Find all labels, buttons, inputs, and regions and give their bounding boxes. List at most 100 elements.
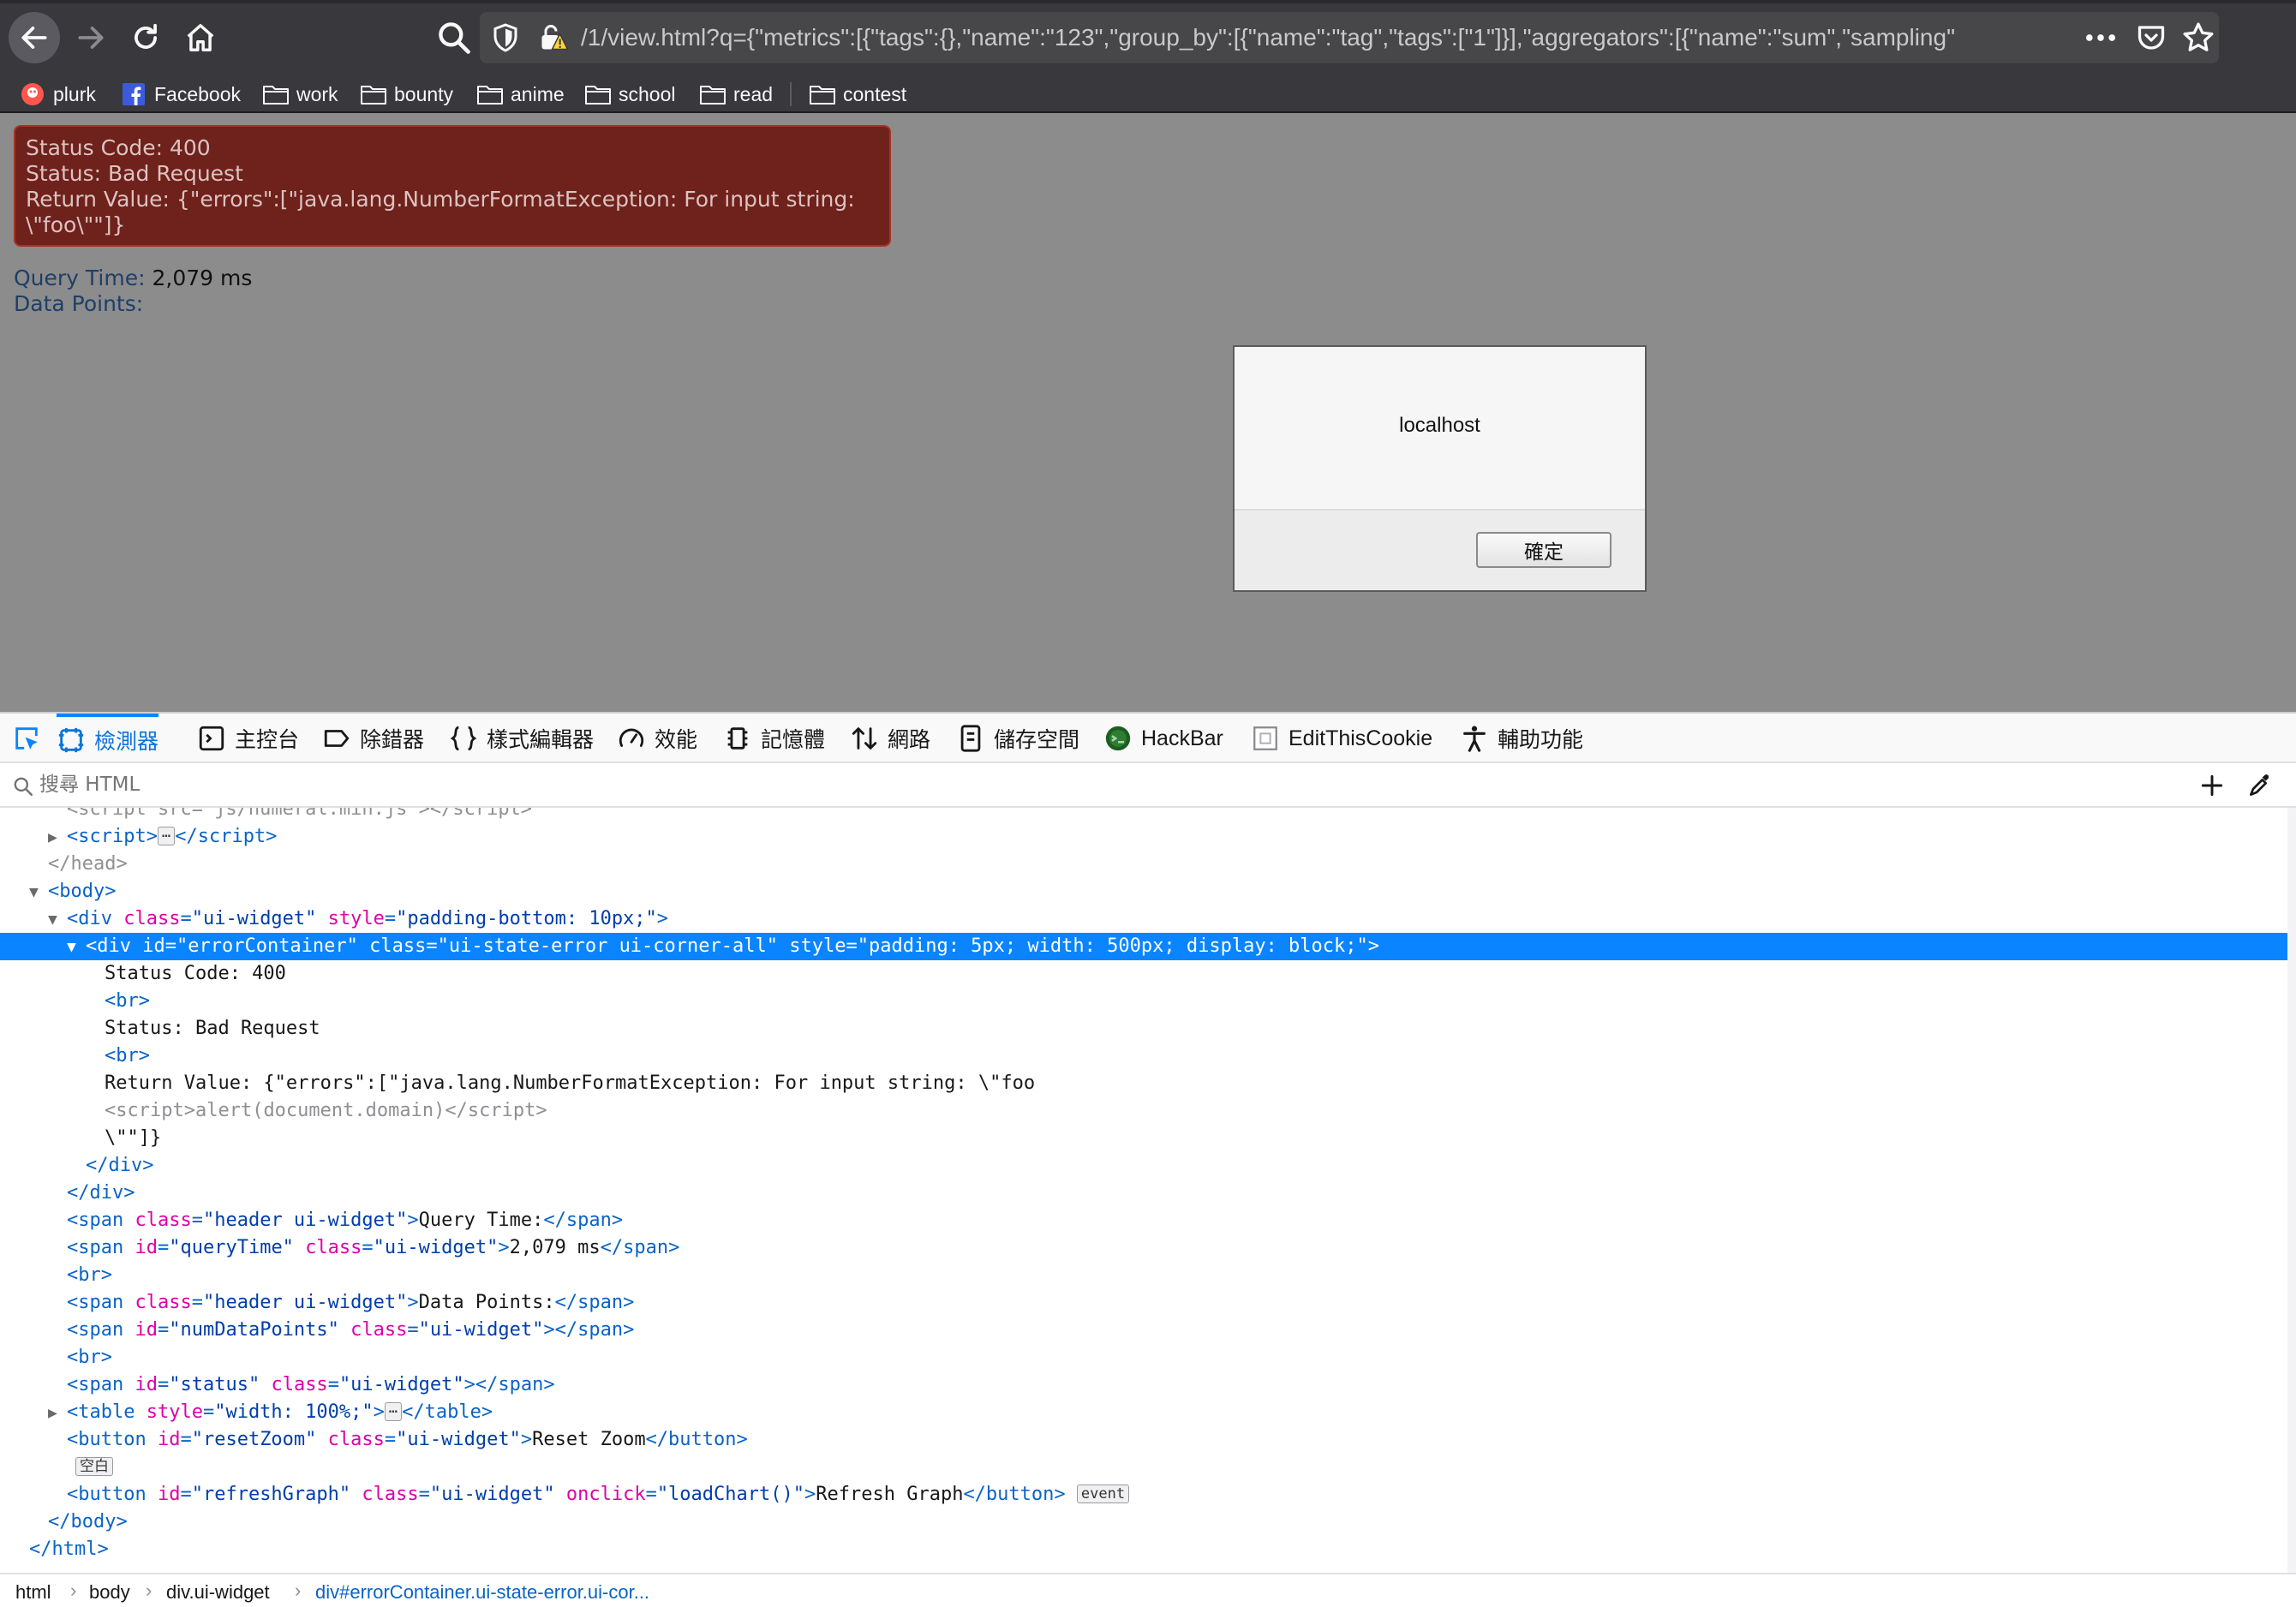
bookmark-folder-contest[interactable]: contest xyxy=(809,79,906,110)
chevron-right-icon: › xyxy=(70,1580,77,1601)
search-icon[interactable] xyxy=(435,19,473,57)
insecure-lock-warning-icon[interactable] xyxy=(538,22,569,53)
tab-console[interactable]: 主控台 xyxy=(197,714,299,763)
markup-line[interactable]: ▶ <script> ⋯ </script> xyxy=(0,823,2287,851)
error-container: Status Code: 400 Status: Bad Request Ret… xyxy=(14,125,891,247)
data-points-label: Data Points: xyxy=(14,291,144,316)
tab-memory[interactable]: 記憶體 xyxy=(723,714,825,763)
bookmark-label: school xyxy=(619,82,676,105)
error-return-value-continued: \"foo\""]} xyxy=(26,212,126,237)
markup-line[interactable]: Status Code: 400 xyxy=(0,960,2287,988)
tab-debugger[interactable]: 除錯器 xyxy=(322,714,424,763)
markup-line[interactable]: ▼ <div class="ui-widget" style="padding-b… xyxy=(0,905,2287,933)
whitespace-badge: 空白 xyxy=(75,1457,113,1476)
bookmark-folder-read[interactable]: read xyxy=(699,79,773,110)
url-bar[interactable]: /1/view.html?q={"metrics":[{"tags":{},"n… xyxy=(480,12,2219,63)
tab-hackbar[interactable]: HackBar xyxy=(1103,714,1223,763)
bookmark-facebook[interactable]: Facebook xyxy=(120,79,241,110)
error-return-value: Return Value: {"errors":["java.lang.Numb… xyxy=(26,187,855,212)
tab-network[interactable]: 網路 xyxy=(850,714,930,763)
markup-line[interactable]: <button id="refreshGraph" class="ui-widg… xyxy=(0,1481,2287,1508)
pocket-icon[interactable] xyxy=(2135,22,2167,53)
markup-line[interactable]: <span class="header ui-widget">Query Tim… xyxy=(0,1207,2287,1234)
markup-line[interactable]: \""]} xyxy=(0,1125,2287,1152)
tab-label: 檢測器 xyxy=(94,730,159,754)
memory-chip-icon xyxy=(727,727,748,750)
markup-line[interactable]: </body> xyxy=(0,1508,2287,1536)
tab-style-editor[interactable]: 樣式編輯器 xyxy=(449,714,594,763)
markup-line[interactable]: Status: Bad Request xyxy=(0,1015,2287,1042)
markup-line[interactable]: <br> xyxy=(0,1262,2287,1289)
bookmark-star-icon[interactable] xyxy=(2181,21,2215,55)
text-node: Status: Bad Request xyxy=(105,1018,320,1039)
collapse-arrow[interactable]: ▼ xyxy=(67,934,86,961)
markup-line[interactable]: <br> xyxy=(0,988,2287,1015)
forward-button[interactable] xyxy=(65,12,117,63)
inspector-icon xyxy=(58,727,84,753)
url-text[interactable]: /1/view.html?q={"metrics":[{"tags":{},"n… xyxy=(581,24,2106,51)
bookmark-folder-anime[interactable]: anime xyxy=(476,79,565,110)
bookmark-folder-bounty[interactable]: bounty xyxy=(360,79,453,110)
markup-line[interactable]: Return Value: {"errors":["java.lang.Numb… xyxy=(0,1070,2287,1097)
tab-performance[interactable]: 效能 xyxy=(617,714,697,763)
markup-line[interactable]: ▼ <body> xyxy=(0,878,2287,905)
console-icon xyxy=(199,726,224,751)
tab-editthiscookie[interactable]: EditThisCookie xyxy=(1251,714,1432,763)
tracking-protection-shield-icon[interactable] xyxy=(490,22,521,53)
breadcrumb-body[interactable]: body xyxy=(89,1581,130,1604)
ellipsis-badge[interactable]: ⋯ xyxy=(157,827,176,845)
breadcrumb-div-ui-widget[interactable]: div.ui-widget xyxy=(166,1581,270,1604)
element-picker-button[interactable] xyxy=(12,714,55,763)
markup-line[interactable]: </html> xyxy=(0,1536,2287,1563)
markup-line[interactable]: <span id="queryTime" class="ui-widget">2… xyxy=(0,1234,2287,1262)
home-button[interactable] xyxy=(175,12,226,63)
alert-origin-text: localhost xyxy=(1399,414,1480,437)
markup-line[interactable]: <span id="numDataPoints" class="ui-widge… xyxy=(0,1317,2287,1344)
markup-line[interactable]: <span class="header ui-widget">Data Poin… xyxy=(0,1289,2287,1317)
folder-icon xyxy=(810,86,835,105)
collapse-arrow[interactable]: ▼ xyxy=(29,879,48,906)
facebook-icon xyxy=(123,83,145,105)
bookmark-folder-school[interactable]: school xyxy=(584,79,675,110)
up-down-arrows-icon xyxy=(852,727,877,750)
markup-line[interactable]: ▶ <table style="width: 100%;"> ⋯ </table> xyxy=(0,1399,2287,1426)
folder-icon xyxy=(263,86,289,105)
folder-icon xyxy=(477,86,503,105)
add-node-icon[interactable] xyxy=(2198,772,2226,799)
markup-line[interactable]: <span id="status" class="ui-widget"></sp… xyxy=(0,1371,2287,1399)
tab-accessibility[interactable]: 輔助功能 xyxy=(1460,714,1583,763)
ellipsis-badge[interactable]: ⋯ xyxy=(384,1402,403,1421)
back-button[interactable] xyxy=(9,12,60,63)
markup-line-selected[interactable]: ▼ <div id="errorContainer" class="ui-stat… xyxy=(0,933,2287,960)
query-time-label: Query Time: xyxy=(14,266,146,290)
markup-line[interactable]: </div> xyxy=(0,1152,2287,1180)
reload-button[interactable] xyxy=(120,12,171,63)
markup-line[interactable]: <br> xyxy=(0,1042,2287,1070)
markup-line[interactable]: </head> xyxy=(0,851,2287,878)
breadcrumb-div-errorcontainer[interactable]: div#errorContainer.ui-state-error.ui-cor… xyxy=(315,1581,649,1604)
tab-storage[interactable]: 儲存空間 xyxy=(956,714,1079,763)
alert-ok-button[interactable]: 確定 xyxy=(1476,532,1611,568)
markup-line[interactable]: <br> xyxy=(0,1344,2287,1371)
expand-arrow[interactable]: ▶ xyxy=(48,824,67,851)
tab-label: 主控台 xyxy=(235,728,300,752)
collapse-arrow[interactable]: ▼ xyxy=(48,906,67,934)
tab-label: 網路 xyxy=(888,728,931,752)
bookmark-plurk[interactable]: plurk xyxy=(19,79,96,110)
tab-inspector[interactable]: 檢測器 xyxy=(57,714,159,763)
storage-icon xyxy=(960,725,981,752)
markup-line[interactable]: 空白 xyxy=(0,1454,2287,1481)
bookmark-folder-work[interactable]: work xyxy=(262,79,338,110)
expand-arrow[interactable]: ▶ xyxy=(48,1400,67,1427)
markup-line[interactable]: <button id="resetZoom" class="ui-widget"… xyxy=(0,1426,2287,1454)
search-html-input[interactable] xyxy=(39,770,2010,799)
breadcrumb-html[interactable]: html xyxy=(15,1581,51,1604)
markup-scrollbar[interactable] xyxy=(2287,808,2296,1573)
browser-toolbar: /1/view.html?q={"metrics":[{"tags":{},"n… xyxy=(0,0,2296,75)
markup-line[interactable]: </div> xyxy=(0,1180,2287,1207)
markup-line[interactable]: <script>alert(document.domain)</script> xyxy=(0,1097,2287,1125)
markup-line[interactable]: <script src="js/numeral.min.js"></script… xyxy=(0,808,2287,823)
page-actions-more-icon[interactable] xyxy=(2082,22,2120,53)
event-badge[interactable]: event xyxy=(1076,1485,1130,1503)
eyedropper-icon[interactable] xyxy=(2246,772,2274,799)
